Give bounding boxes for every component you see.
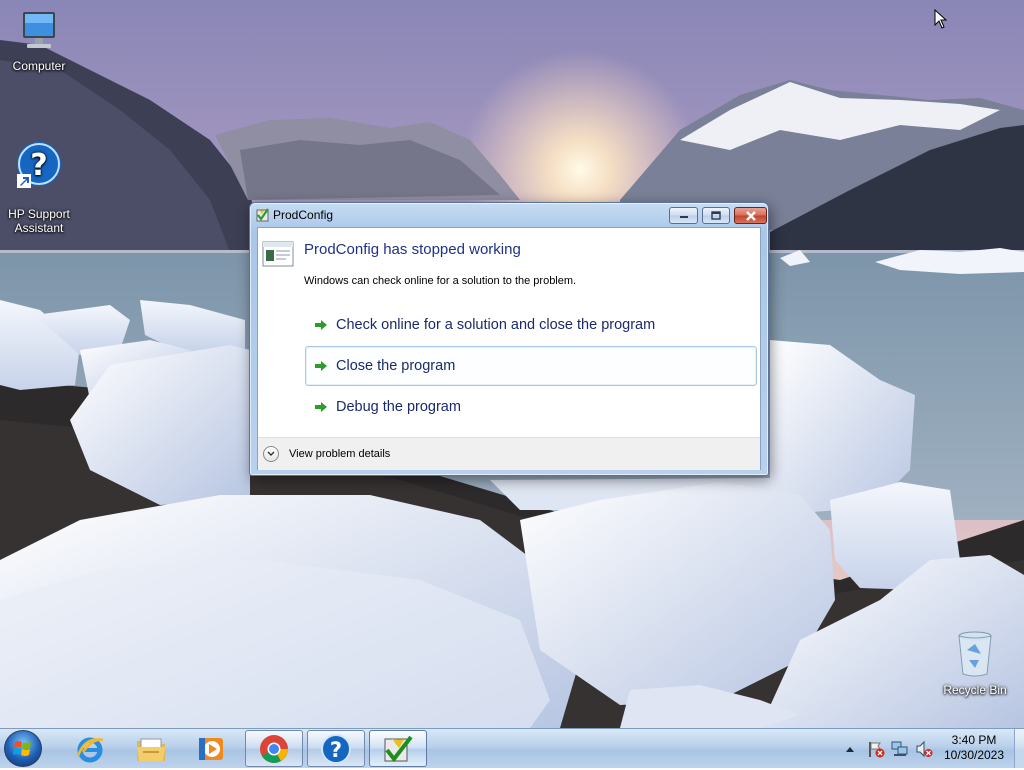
media-player-icon [199, 737, 223, 760]
dialog-footer: View problem details [258, 437, 760, 470]
close-icon [745, 210, 756, 221]
command-label: Close the program [336, 358, 456, 374]
view-problem-details-label: View problem details [289, 448, 391, 460]
desktop-icon-computer[interactable]: Computer [1, 10, 77, 73]
volume-muted-icon[interactable] [915, 740, 933, 758]
clock-time: 3:40 PM [951, 733, 997, 747]
view-problem-details-toggle[interactable]: View problem details [263, 446, 390, 462]
start-button[interactable] [4, 730, 42, 767]
content-text: Windows can check online for a solution … [304, 275, 577, 287]
maximize-button[interactable] [702, 207, 730, 224]
green-arrow-icon [314, 401, 328, 413]
taskbar: ? 3:40 PM 10/30/2023 [0, 728, 1024, 768]
computer-icon [1, 10, 77, 57]
minimize-button[interactable] [669, 207, 698, 224]
hp-support-icon: ? [1, 126, 77, 191]
svg-text:?: ? [30, 148, 47, 183]
error-dialog: ProdConfig ProdConfig has stopped workin… [249, 202, 769, 476]
check-online-command-link[interactable]: Check online for a solution and close th… [305, 305, 757, 345]
desktop-icon-label: Recycle Bin [943, 683, 1007, 697]
taskbar-prodconfig[interactable] [369, 730, 427, 767]
main-instruction: ProdConfig has stopped working [304, 241, 521, 258]
prodconfig-icon [384, 735, 413, 762]
command-label: Check online for a solution and close th… [336, 317, 656, 333]
mouse-pointer-icon [934, 8, 948, 33]
taskbar-hp-support-assistant[interactable]: ? [307, 730, 365, 767]
command-label: Debug the program [336, 399, 461, 415]
taskbar-internet-explorer[interactable] [61, 730, 119, 767]
svg-text:?: ? [330, 738, 342, 762]
taskbar-windows-media-player[interactable] [183, 730, 241, 767]
chevron-down-icon [263, 446, 279, 462]
action-center-flag-icon[interactable] [867, 740, 885, 758]
show-desktop-button[interactable] [1014, 729, 1024, 768]
minimize-icon [679, 215, 688, 218]
folder-icon [137, 738, 165, 761]
debug-program-command-link[interactable]: Debug the program [305, 387, 757, 427]
clock-date: 10/30/2023 [943, 748, 1005, 762]
desktop-icon-hp-support-assistant[interactable]: ? HP Support Assistant [1, 112, 77, 235]
desktop-icon-label: HP Support Assistant [8, 207, 70, 235]
dialog-titlebar[interactable]: ProdConfig [250, 203, 768, 227]
notification-area [843, 729, 933, 769]
recycle-bin-icon [937, 630, 1013, 681]
taskbar-windows-explorer[interactable] [122, 730, 180, 767]
close-button[interactable] [734, 207, 767, 224]
green-arrow-icon [314, 360, 328, 372]
dialog-content: ProdConfig has stopped working Windows c… [257, 227, 761, 470]
taskbar-google-chrome[interactable] [245, 730, 303, 767]
program-error-icon [262, 241, 294, 271]
dialog-title: ProdConfig [273, 208, 334, 222]
windows-logo-icon [13, 741, 31, 756]
ie-icon [76, 737, 104, 762]
show-hidden-icons-arrow[interactable] [843, 746, 857, 752]
help-icon: ? [321, 733, 351, 764]
desktop-icon-recycle-bin[interactable]: Recycle Bin [937, 630, 1013, 697]
green-arrow-icon [314, 319, 328, 331]
maximize-icon [711, 211, 721, 220]
close-program-command-link[interactable]: Close the program [305, 346, 757, 386]
network-icon[interactable] [891, 740, 909, 758]
desktop-icon-label: Computer [12, 59, 66, 73]
system-clock[interactable]: 3:40 PM 10/30/2023 [938, 733, 1010, 763]
chrome-icon [260, 734, 288, 763]
prodconfig-app-icon [256, 207, 270, 226]
